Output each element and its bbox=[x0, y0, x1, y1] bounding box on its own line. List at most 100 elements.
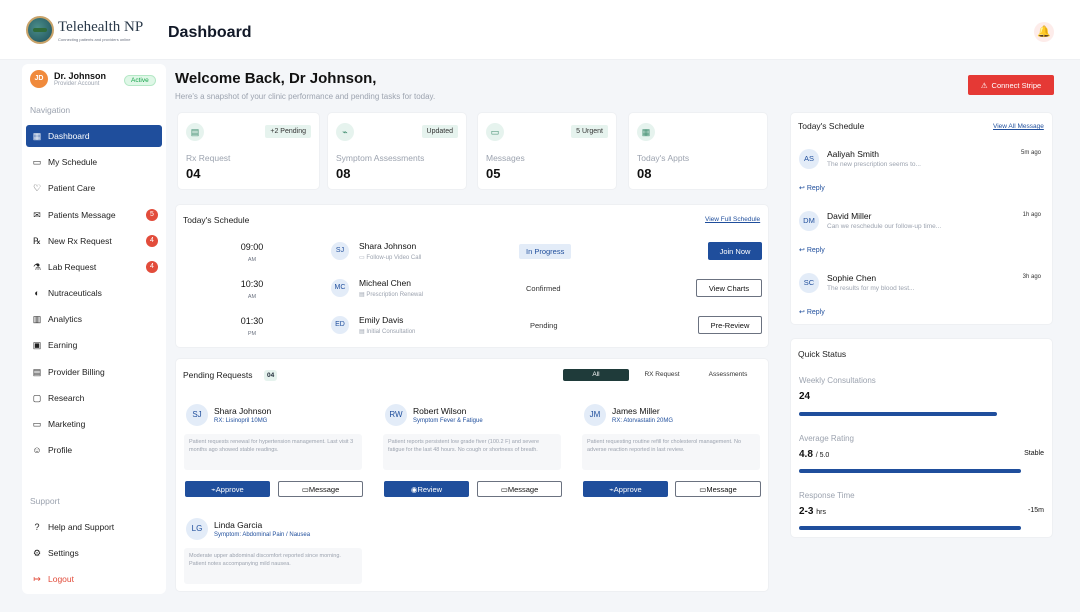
schedule-card: Today's Schedule View Full Schedule 09:0… bbox=[175, 204, 769, 348]
button-label: Review bbox=[417, 484, 443, 494]
sidebar-item-dashboard[interactable]: ▦ Dashboard bbox=[26, 125, 162, 147]
sidebar-item-marketing[interactable]: ▭ Marketing bbox=[26, 413, 162, 435]
sidebar-item-new-rx-request[interactable]: ℞ New Rx Request 4 bbox=[26, 230, 162, 252]
megaphone-icon: ▭ bbox=[32, 418, 42, 429]
calendar-icon: ▭ bbox=[32, 156, 42, 167]
tab-all[interactable]: All bbox=[563, 369, 629, 381]
pending-title: Pending Requests bbox=[183, 370, 253, 380]
flask-icon: ⚗ bbox=[32, 261, 42, 272]
quick-status-title: Quick Status bbox=[798, 349, 847, 359]
wallet-icon: ▣ bbox=[32, 339, 42, 350]
patient-name: James Miller bbox=[612, 406, 660, 416]
avatar: RW bbox=[385, 404, 407, 426]
stat-label: Symptom Assessments bbox=[336, 153, 425, 163]
message-button[interactable]: ▭ Message bbox=[278, 481, 363, 497]
sidebar-item-label: Earning bbox=[48, 340, 78, 350]
stat-number: 24 bbox=[799, 391, 811, 402]
sidebar-item-patients-message[interactable]: ✉ Patients Message 5 bbox=[26, 204, 162, 226]
join-now-button[interactable]: Join Now bbox=[708, 242, 762, 260]
user-name: Dr. Johnson bbox=[54, 71, 107, 81]
sidebar-item-earning[interactable]: ▣ Earning bbox=[26, 334, 162, 356]
brand-logo[interactable]: Telehealth NP Connecting patients and pr… bbox=[26, 16, 143, 44]
sidebar-item-help[interactable]: ? Help and Support bbox=[26, 516, 162, 538]
stat-badge: Updated bbox=[421, 125, 458, 138]
sidebar-item-label: Profile bbox=[48, 445, 73, 455]
avatar: JM bbox=[584, 404, 606, 426]
message-item[interactable]: AS Aaliyah Smith The new prescription se… bbox=[797, 147, 1047, 207]
patient-name: Emily Davis bbox=[359, 315, 404, 325]
view-full-schedule-link[interactable]: View Full Schedule bbox=[705, 216, 760, 223]
page-title: Dashboard bbox=[168, 24, 252, 41]
stat-card-symptom[interactable]: ⌁ Updated Symptom Assessments 08 bbox=[327, 112, 467, 190]
patient-name: Micheal Chen bbox=[359, 278, 411, 288]
reply-link[interactable]: ↩ Reply bbox=[799, 184, 825, 192]
reply-label: Reply bbox=[806, 309, 825, 316]
appt-time: 01:30 bbox=[240, 316, 264, 326]
sender-name: Sophie Chen bbox=[827, 273, 877, 283]
pre-review-button[interactable]: Pre-Review bbox=[698, 316, 762, 334]
stat-label: Rx Request bbox=[186, 153, 231, 163]
pill-icon: ◐ bbox=[34, 288, 40, 298]
avatar: JD bbox=[30, 70, 48, 88]
sidebar-item-lab-request[interactable]: ⚗ Lab Request 4 bbox=[26, 256, 162, 278]
reply-link[interactable]: ↩ Reply bbox=[799, 246, 825, 254]
sidebar-item-nutraceuticals[interactable]: ◐ Nutraceuticals bbox=[26, 282, 162, 304]
tab-rx-request[interactable]: RX Request bbox=[629, 369, 695, 381]
stat-card-rx[interactable]: ▤ +2 Pending Rx Request 04 bbox=[177, 112, 320, 190]
message-preview: The results for my blood test... bbox=[827, 285, 915, 292]
message-button[interactable]: ▭ Message bbox=[477, 481, 562, 497]
stat-number: 4.8 bbox=[799, 449, 813, 460]
request-card: RW Robert Wilson Symptom Fever & Fatigue… bbox=[383, 402, 568, 507]
sidebar-item-profile[interactable]: ☺ Profile bbox=[26, 439, 162, 461]
welcome-title: Welcome Back, Dr Johnson, bbox=[175, 70, 377, 87]
approve-button[interactable]: ⌁ Approve bbox=[185, 481, 270, 497]
chart-icon: ▥ bbox=[32, 313, 42, 324]
stat-value: 05 bbox=[486, 166, 501, 181]
appt-type: ▤ Prescription Renewal bbox=[359, 291, 423, 298]
sidebar-item-research[interactable]: ▢ Research bbox=[26, 387, 162, 409]
sidebar-item-provider-billing[interactable]: ▤ Provider Billing bbox=[26, 361, 162, 383]
progress-bar bbox=[799, 412, 997, 416]
appt-type-label: Follow-up Video Call bbox=[366, 255, 422, 261]
sidebar-item-label: Settings bbox=[48, 548, 79, 558]
connect-stripe-button[interactable]: ⚠ Connect Stripe bbox=[968, 75, 1054, 95]
document-icon: ▢ bbox=[32, 392, 42, 403]
schedule-row: 10:30 AM MC Micheal Chen ▤ Prescription … bbox=[176, 277, 766, 311]
avatar: AS bbox=[799, 149, 819, 169]
sidebar-item-patient-care[interactable]: ♡ Patient Care bbox=[26, 177, 162, 199]
sidebar-item-logout[interactable]: ↦ Logout bbox=[26, 568, 162, 590]
message-item[interactable]: DM David Miller Can we reschedule our fo… bbox=[797, 209, 1047, 269]
stat-label: Response Time bbox=[799, 491, 855, 500]
user-role: Provider Account bbox=[54, 81, 100, 87]
message-icon: ▭ bbox=[699, 484, 707, 494]
sidebar-item-label: My Schedule bbox=[48, 157, 98, 167]
stat-card-messages[interactable]: ▭ 5 Urgent Messages 05 bbox=[477, 112, 617, 190]
button-label: Message bbox=[706, 484, 737, 494]
sidebar-item-analytics[interactable]: ▥ Analytics bbox=[26, 308, 162, 330]
button-label: Message bbox=[507, 484, 539, 494]
sidebar-item-label: Lab Request bbox=[48, 262, 97, 272]
count-badge: 04 bbox=[264, 370, 278, 381]
tab-assessments[interactable]: Assessments bbox=[695, 369, 761, 381]
message-item[interactable]: SC Sophie Chen The results for my blood … bbox=[797, 271, 1047, 331]
sidebar-item-my-schedule[interactable]: ▭ My Schedule bbox=[26, 151, 162, 173]
patient-name: Linda Garcia bbox=[214, 520, 263, 530]
sidebar-item-settings[interactable]: ⚙ Settings bbox=[26, 542, 162, 564]
stat-card-appts[interactable]: ▦ Today's Appts 08 bbox=[628, 112, 768, 190]
reply-label: Reply bbox=[806, 247, 825, 254]
request-note: Patient requests renewal for hypertensio… bbox=[184, 434, 362, 470]
user-profile[interactable]: JD Dr. Johnson Provider Account bbox=[30, 70, 106, 88]
logout-icon: ↦ bbox=[33, 573, 41, 584]
notification-bell-icon[interactable]: 🔔 bbox=[1034, 22, 1054, 42]
reply-link[interactable]: ↩ Reply bbox=[799, 308, 825, 316]
view-all-message-link[interactable]: View All Message bbox=[993, 123, 1044, 130]
view-charts-button[interactable]: View Charts bbox=[696, 279, 762, 297]
approve-button[interactable]: ⌁ Approve bbox=[583, 481, 668, 497]
reply-label: Reply bbox=[806, 185, 825, 192]
activity-icon: ⌁ bbox=[336, 123, 354, 141]
message-button[interactable]: ▭ Message bbox=[675, 481, 761, 497]
review-button[interactable]: ◉ Review bbox=[384, 481, 469, 497]
status-badge: Pending bbox=[530, 321, 558, 330]
stat-value: 2-3 hrs bbox=[799, 506, 826, 517]
patient-name: Shara Johnson bbox=[359, 241, 417, 251]
